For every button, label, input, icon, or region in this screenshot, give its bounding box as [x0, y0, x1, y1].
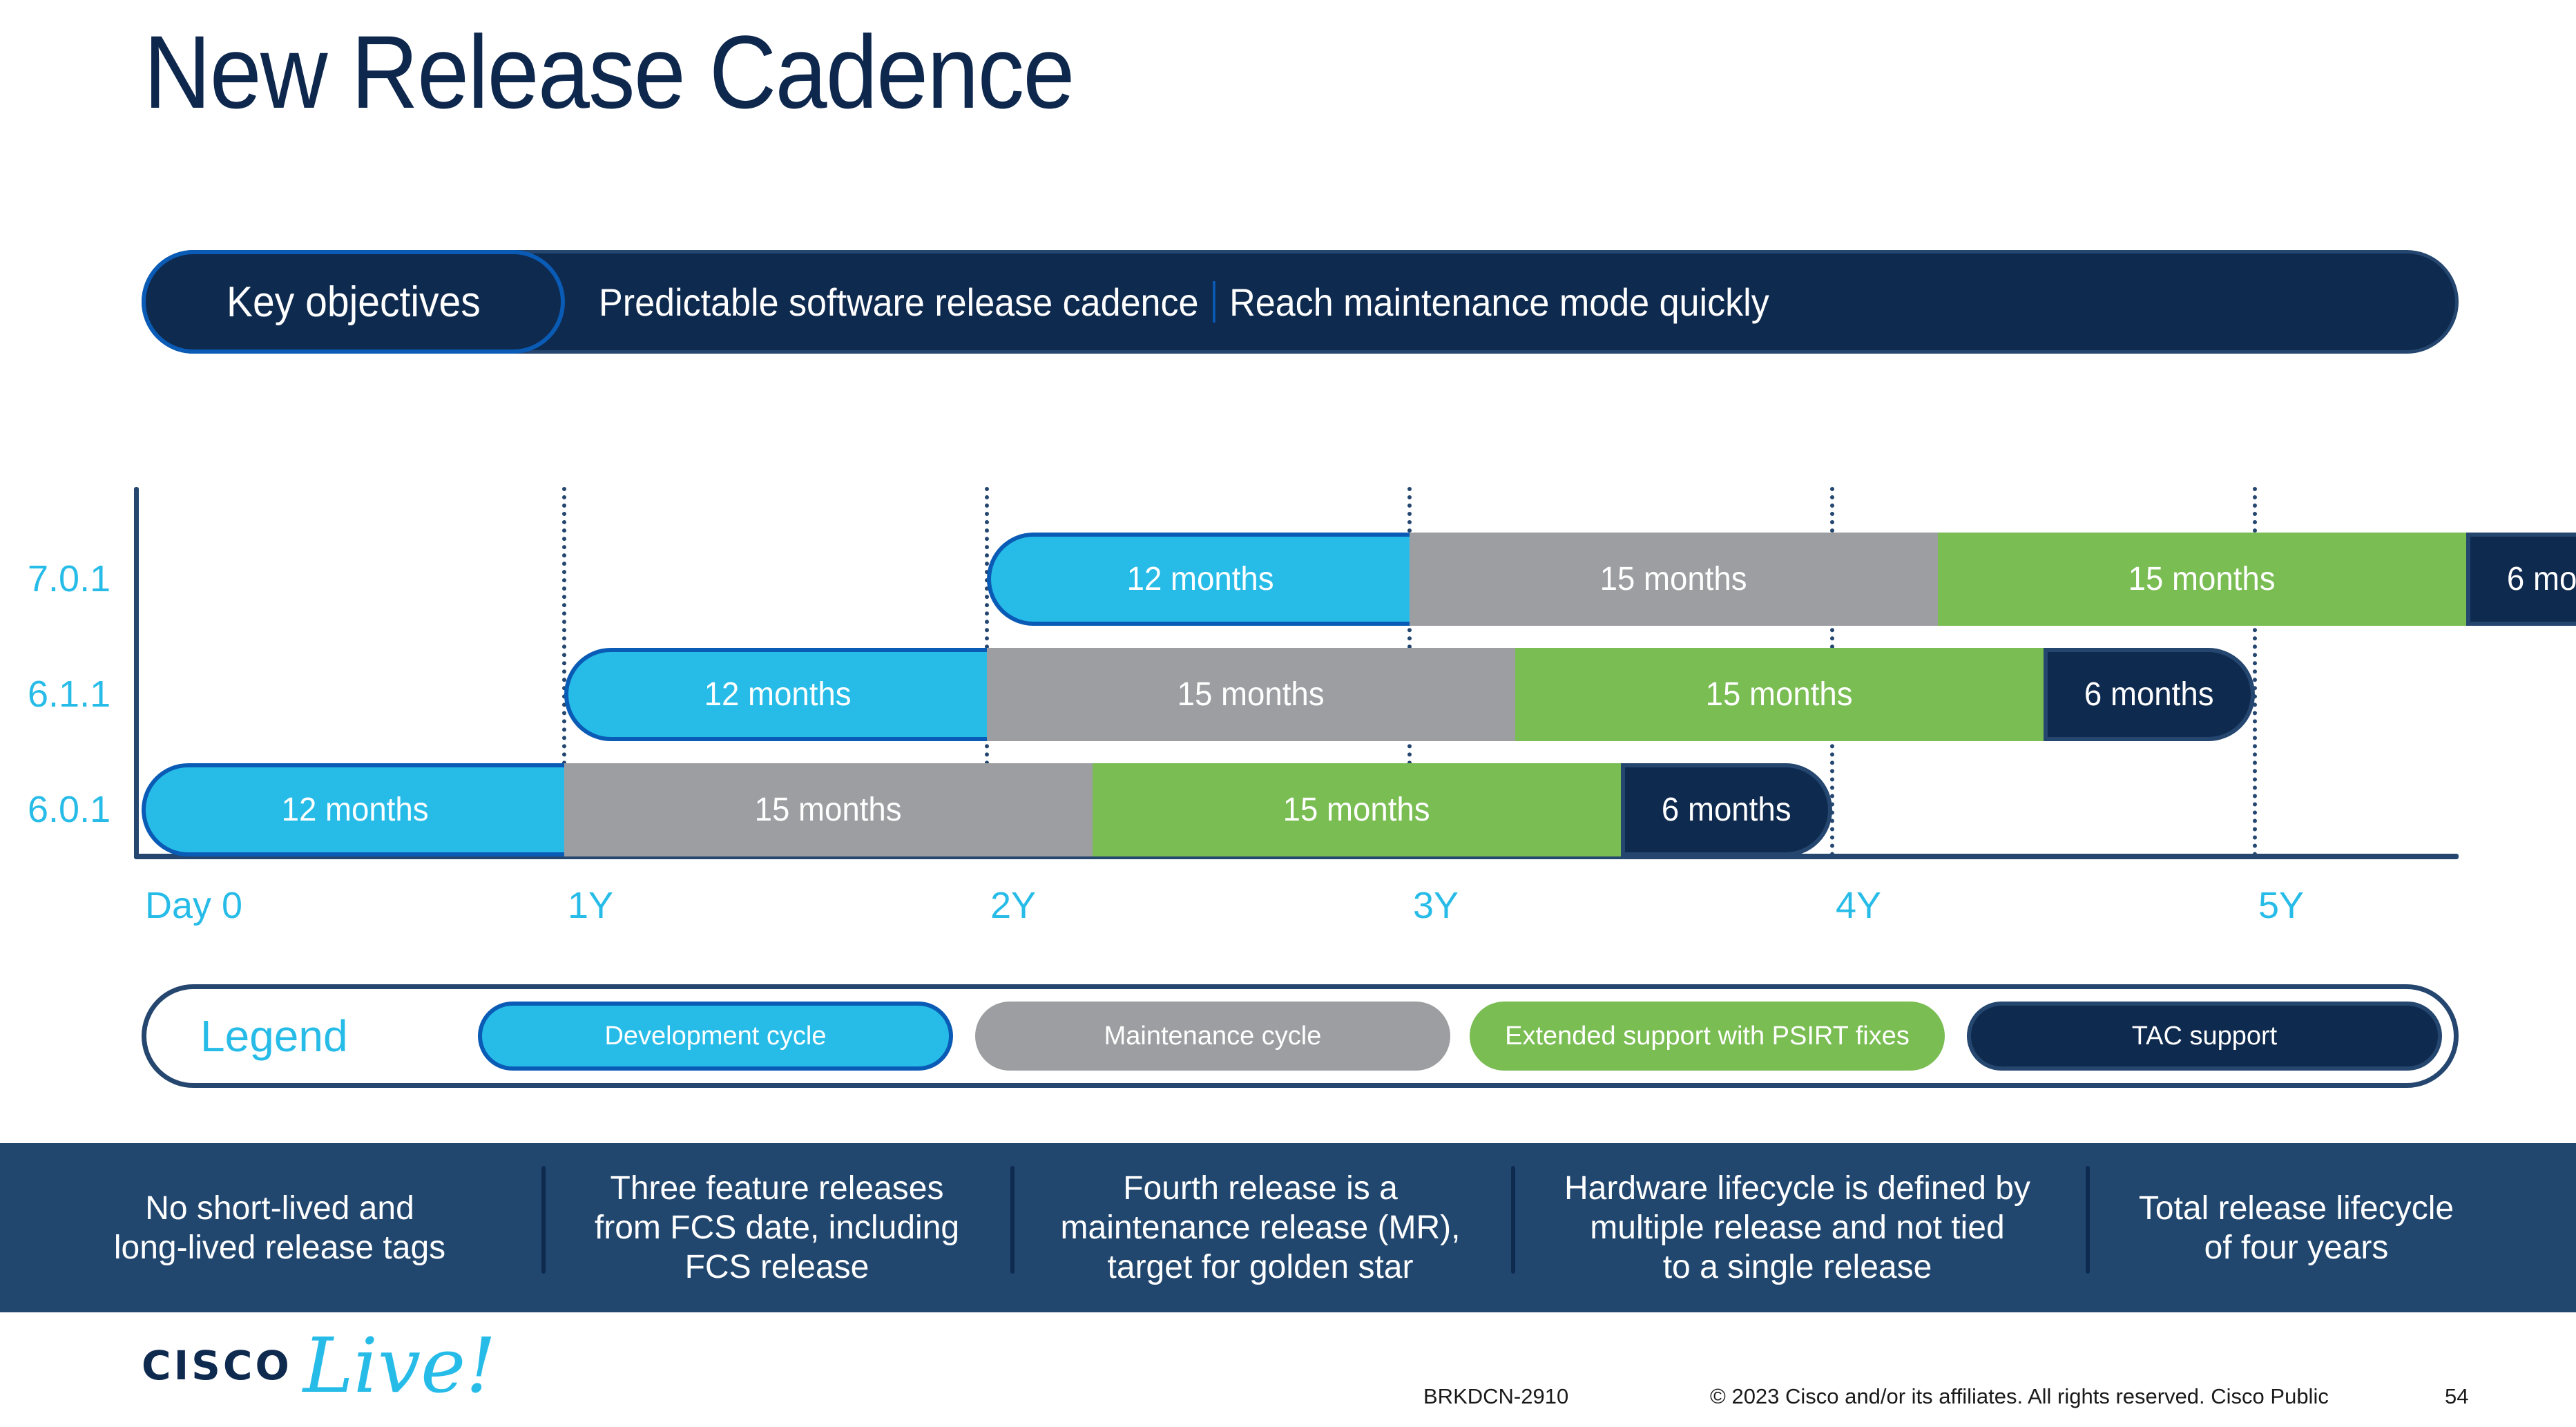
x-tick-label: Day 0 [145, 885, 243, 926]
legend-title: Legend [200, 1011, 348, 1061]
highlight-text: Fourth release is a maintenance release … [1060, 1170, 1461, 1285]
x-tick-label: 2Y [990, 885, 1037, 926]
copyright: © 2023 Cisco and/or its affiliates. All … [1710, 1384, 2329, 1408]
session-id: BRKDCN-2910 [1423, 1384, 1569, 1408]
highlight-text: Total release lifecycle of four years [2138, 1189, 2454, 1266]
segment-extended: 15 months [1093, 763, 1621, 856]
highlight-divider [2086, 1166, 2090, 1274]
segment-label: 12 months [281, 792, 429, 828]
segment-label: 15 months [1600, 561, 1747, 597]
release-timeline-chart: 7.0.1 12 months 15 months 15 months 6 months… [0, 0, 2576, 967]
highlight-text: Hardware lifecycle is defined by multipl… [1564, 1170, 2030, 1285]
highlight-divider [1010, 1166, 1015, 1274]
highlight-item: Total release lifecycle of four years [2093, 1143, 2500, 1312]
segment-maintenance: 15 months [987, 648, 1515, 741]
legend-item-development: Development cycle [478, 1002, 953, 1071]
release-label: 6.1.1 [28, 673, 111, 715]
segment-maintenance: 15 months [1410, 533, 1938, 626]
highlight-text: Three feature releases from FCS date, in… [594, 1170, 960, 1285]
segment-label: 15 months [2128, 561, 2276, 597]
segment-development: 12 months [142, 763, 564, 856]
legend-item-label: Development cycle [604, 1021, 827, 1051]
x-tick-label: 5Y [2258, 885, 2305, 926]
highlight-item: No short-lived and long-lived release ta… [69, 1143, 490, 1312]
segment-label: 6 months [1662, 792, 1791, 828]
segment-label: 6 months [2084, 676, 2214, 713]
legend-item-label: TAC support [2131, 1021, 2278, 1051]
highlight-text: No short-lived and long-lived release ta… [113, 1189, 446, 1266]
x-tick-label: 3Y [1413, 885, 1459, 926]
highlight-item: Fourth release is a maintenance release … [1015, 1143, 1506, 1312]
legend-item-maintenance: Maintenance cycle [975, 1002, 1450, 1071]
segment-tac: 6 months [1621, 763, 1832, 856]
y-axis-line [134, 487, 139, 859]
segment-label: 12 months [1126, 561, 1274, 597]
segment-label: 15 months [755, 792, 902, 828]
cisco-wordmark: CISCO [142, 1342, 292, 1389]
segment-extended: 15 months [1515, 648, 2044, 741]
segment-label: 15 months [1178, 676, 1325, 713]
highlight-divider [541, 1166, 546, 1274]
highlight-item: Three feature releases from FCS date, in… [546, 1143, 1008, 1312]
release-label: 6.0.1 [28, 788, 111, 830]
segment-development: 12 months [987, 533, 1410, 626]
segment-extended: 15 months [1938, 533, 2466, 626]
legend-item-label: Maintenance cycle [1104, 1021, 1322, 1051]
highlight-divider [1511, 1166, 1515, 1274]
segment-tac: 6 months [2044, 648, 2255, 741]
legend-item-tac: TAC support [1967, 1002, 2442, 1071]
segment-label: 15 months [1706, 676, 1853, 713]
legend-item-label: Extended support with PSIRT fixes [1505, 1021, 1910, 1051]
release-label: 7.0.1 [28, 557, 111, 600]
legend-item-extended: Extended support with PSIRT fixes [1470, 1002, 1945, 1071]
x-tick-label: 1Y [568, 885, 614, 926]
segment-label: 15 months [1283, 792, 1430, 828]
live-wordmark: Live! [302, 1321, 497, 1410]
highlight-item: Hardware lifecycle is defined by multipl… [1516, 1143, 2079, 1312]
segment-development: 12 months [564, 648, 987, 741]
x-tick-label: 4Y [1836, 885, 1882, 926]
segment-tac: 6 months [2466, 533, 2576, 626]
cisco-live-logo: CISCO Live! [142, 1321, 496, 1410]
segment-label: 6 months [2507, 561, 2576, 597]
segment-label: 12 months [704, 676, 852, 713]
segment-maintenance: 15 months [564, 763, 1093, 856]
page-number: 54 [2445, 1384, 2469, 1408]
